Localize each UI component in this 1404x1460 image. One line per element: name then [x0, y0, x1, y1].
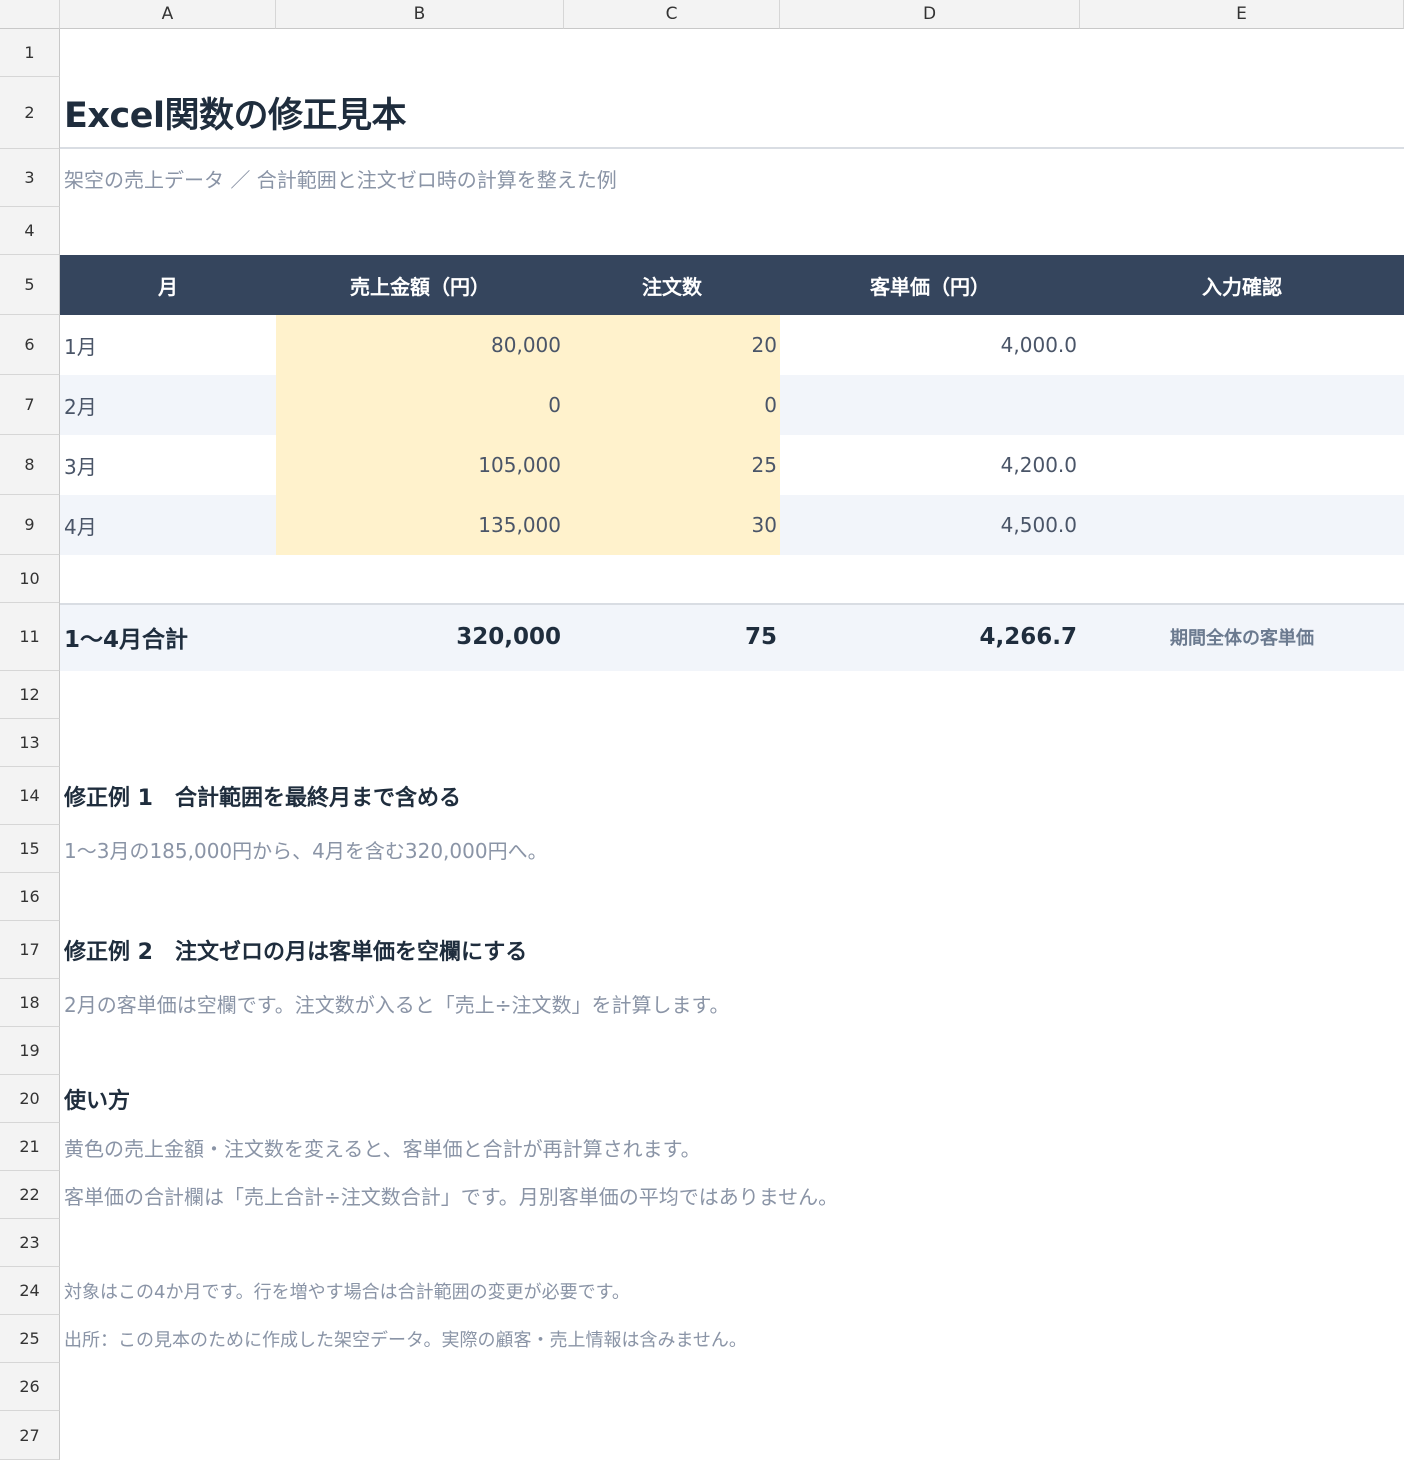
total-label[interactable]: 1〜4月合計 [60, 603, 276, 671]
fix2-text[interactable]: 2月の客単価は空欄です。注文数が入ると「売上÷注文数」を計算します。 [60, 979, 1404, 1027]
row-header[interactable]: 18 [0, 979, 60, 1027]
row-header[interactable]: 20 [0, 1075, 60, 1123]
row-header[interactable]: 13 [0, 719, 60, 767]
header-unit-price[interactable]: 客単価（円） [780, 255, 1080, 315]
cell-unit-price[interactable]: 4,500.0 [780, 495, 1080, 555]
cell-unit-price[interactable]: 4,200.0 [780, 435, 1080, 495]
cell-sales-input[interactable]: 105,000 [276, 435, 564, 495]
fix1-text[interactable]: 1〜3月の185,000円から、4月を含む320,000円へ。 [60, 825, 1404, 873]
row-header[interactable]: 22 [0, 1171, 60, 1219]
column-header-a[interactable]: A [60, 0, 276, 29]
fix2-title[interactable]: 修正例 2 注文ゼロの月は客単価を空欄にする [60, 921, 1404, 979]
usage-text-1[interactable]: 黄色の売上金額・注文数を変えると、客単価と合計が再計算されます。 [60, 1123, 1404, 1171]
row-header[interactable]: 10 [0, 555, 60, 603]
cell-orders-input[interactable]: 25 [564, 435, 780, 495]
usage-text-2[interactable]: 客単価の合計欄は「売上合計÷注文数合計」です。月別客単価の平均ではありません。 [60, 1171, 1404, 1219]
header-month[interactable]: 月 [60, 255, 276, 315]
cell-orders-input[interactable]: 30 [564, 495, 780, 555]
row-header[interactable]: 3 [0, 149, 60, 207]
row-header[interactable]: 16 [0, 873, 60, 921]
fix1-title[interactable]: 修正例 1 合計範囲を最終月まで含める [60, 767, 1404, 825]
row-header[interactable]: 6 [0, 315, 60, 375]
row-header[interactable]: 12 [0, 671, 60, 719]
cell-month[interactable]: 4月 [60, 495, 276, 555]
row-header[interactable]: 15 [0, 825, 60, 873]
row-header[interactable]: 2 [0, 77, 60, 149]
total-orders[interactable]: 75 [564, 603, 780, 671]
row-header[interactable]: 7 [0, 375, 60, 435]
column-header-d[interactable]: D [780, 0, 1080, 29]
cell-orders-input[interactable]: 0 [564, 375, 780, 435]
row-header[interactable]: 26 [0, 1363, 60, 1411]
scope-note[interactable]: 対象はこの4か月です。行を増やす場合は合計範囲の変更が必要です。 [60, 1267, 1404, 1315]
cell-check[interactable] [1080, 435, 1404, 495]
row-header[interactable]: 25 [0, 1315, 60, 1363]
cell-unit-price[interactable] [780, 375, 1080, 435]
row-header[interactable]: 23 [0, 1219, 60, 1267]
row-header[interactable]: 8 [0, 435, 60, 495]
spreadsheet: A B C D E 1 2 3 4 5 6 7 8 9 10 11 12 13 … [0, 0, 1404, 1460]
cell-sales-input[interactable]: 80,000 [276, 315, 564, 375]
total-note[interactable]: 期間全体の客単価 [1080, 603, 1404, 671]
row-header[interactable]: 27 [0, 1411, 60, 1460]
row-header[interactable]: 9 [0, 495, 60, 555]
row-header[interactable]: 24 [0, 1267, 60, 1315]
row-header[interactable]: 5 [0, 255, 60, 315]
cell-check[interactable] [1080, 315, 1404, 375]
total-unit-price[interactable]: 4,266.7 [780, 603, 1080, 671]
cell-month[interactable]: 3月 [60, 435, 276, 495]
cell-check[interactable] [1080, 375, 1404, 435]
header-sales[interactable]: 売上金額（円） [276, 255, 564, 315]
cell-orders-input[interactable]: 20 [564, 315, 780, 375]
page-title[interactable]: Excel関数の修正見本 [60, 77, 1404, 149]
cell-check[interactable] [1080, 495, 1404, 555]
page-subtitle[interactable]: 架空の売上データ ／ 合計範囲と注文ゼロ時の計算を整えた例 [60, 149, 1404, 207]
row-header[interactable]: 17 [0, 921, 60, 979]
row-header[interactable]: 19 [0, 1027, 60, 1075]
column-header-c[interactable]: C [564, 0, 780, 29]
select-all-corner[interactable] [0, 0, 60, 29]
header-orders[interactable]: 注文数 [564, 255, 780, 315]
header-check[interactable]: 入力確認 [1080, 255, 1404, 315]
source-note[interactable]: 出所：この見本のために作成した架空データ。実際の顧客・売上情報は含みません。 [60, 1315, 1404, 1363]
cell-unit-price[interactable]: 4,000.0 [780, 315, 1080, 375]
row-header[interactable]: 14 [0, 767, 60, 825]
row-header[interactable]: 21 [0, 1123, 60, 1171]
column-header-b[interactable]: B [276, 0, 564, 29]
row-header[interactable]: 4 [0, 207, 60, 255]
row-header[interactable]: 1 [0, 29, 60, 77]
cell-sales-input[interactable]: 135,000 [276, 495, 564, 555]
usage-title[interactable]: 使い方 [60, 1075, 1404, 1123]
cell-month[interactable]: 1月 [60, 315, 276, 375]
cell-month[interactable]: 2月 [60, 375, 276, 435]
row-header[interactable]: 11 [0, 603, 60, 671]
cell-sales-input[interactable]: 0 [276, 375, 564, 435]
column-header-e[interactable]: E [1080, 0, 1404, 29]
total-sales[interactable]: 320,000 [276, 603, 564, 671]
